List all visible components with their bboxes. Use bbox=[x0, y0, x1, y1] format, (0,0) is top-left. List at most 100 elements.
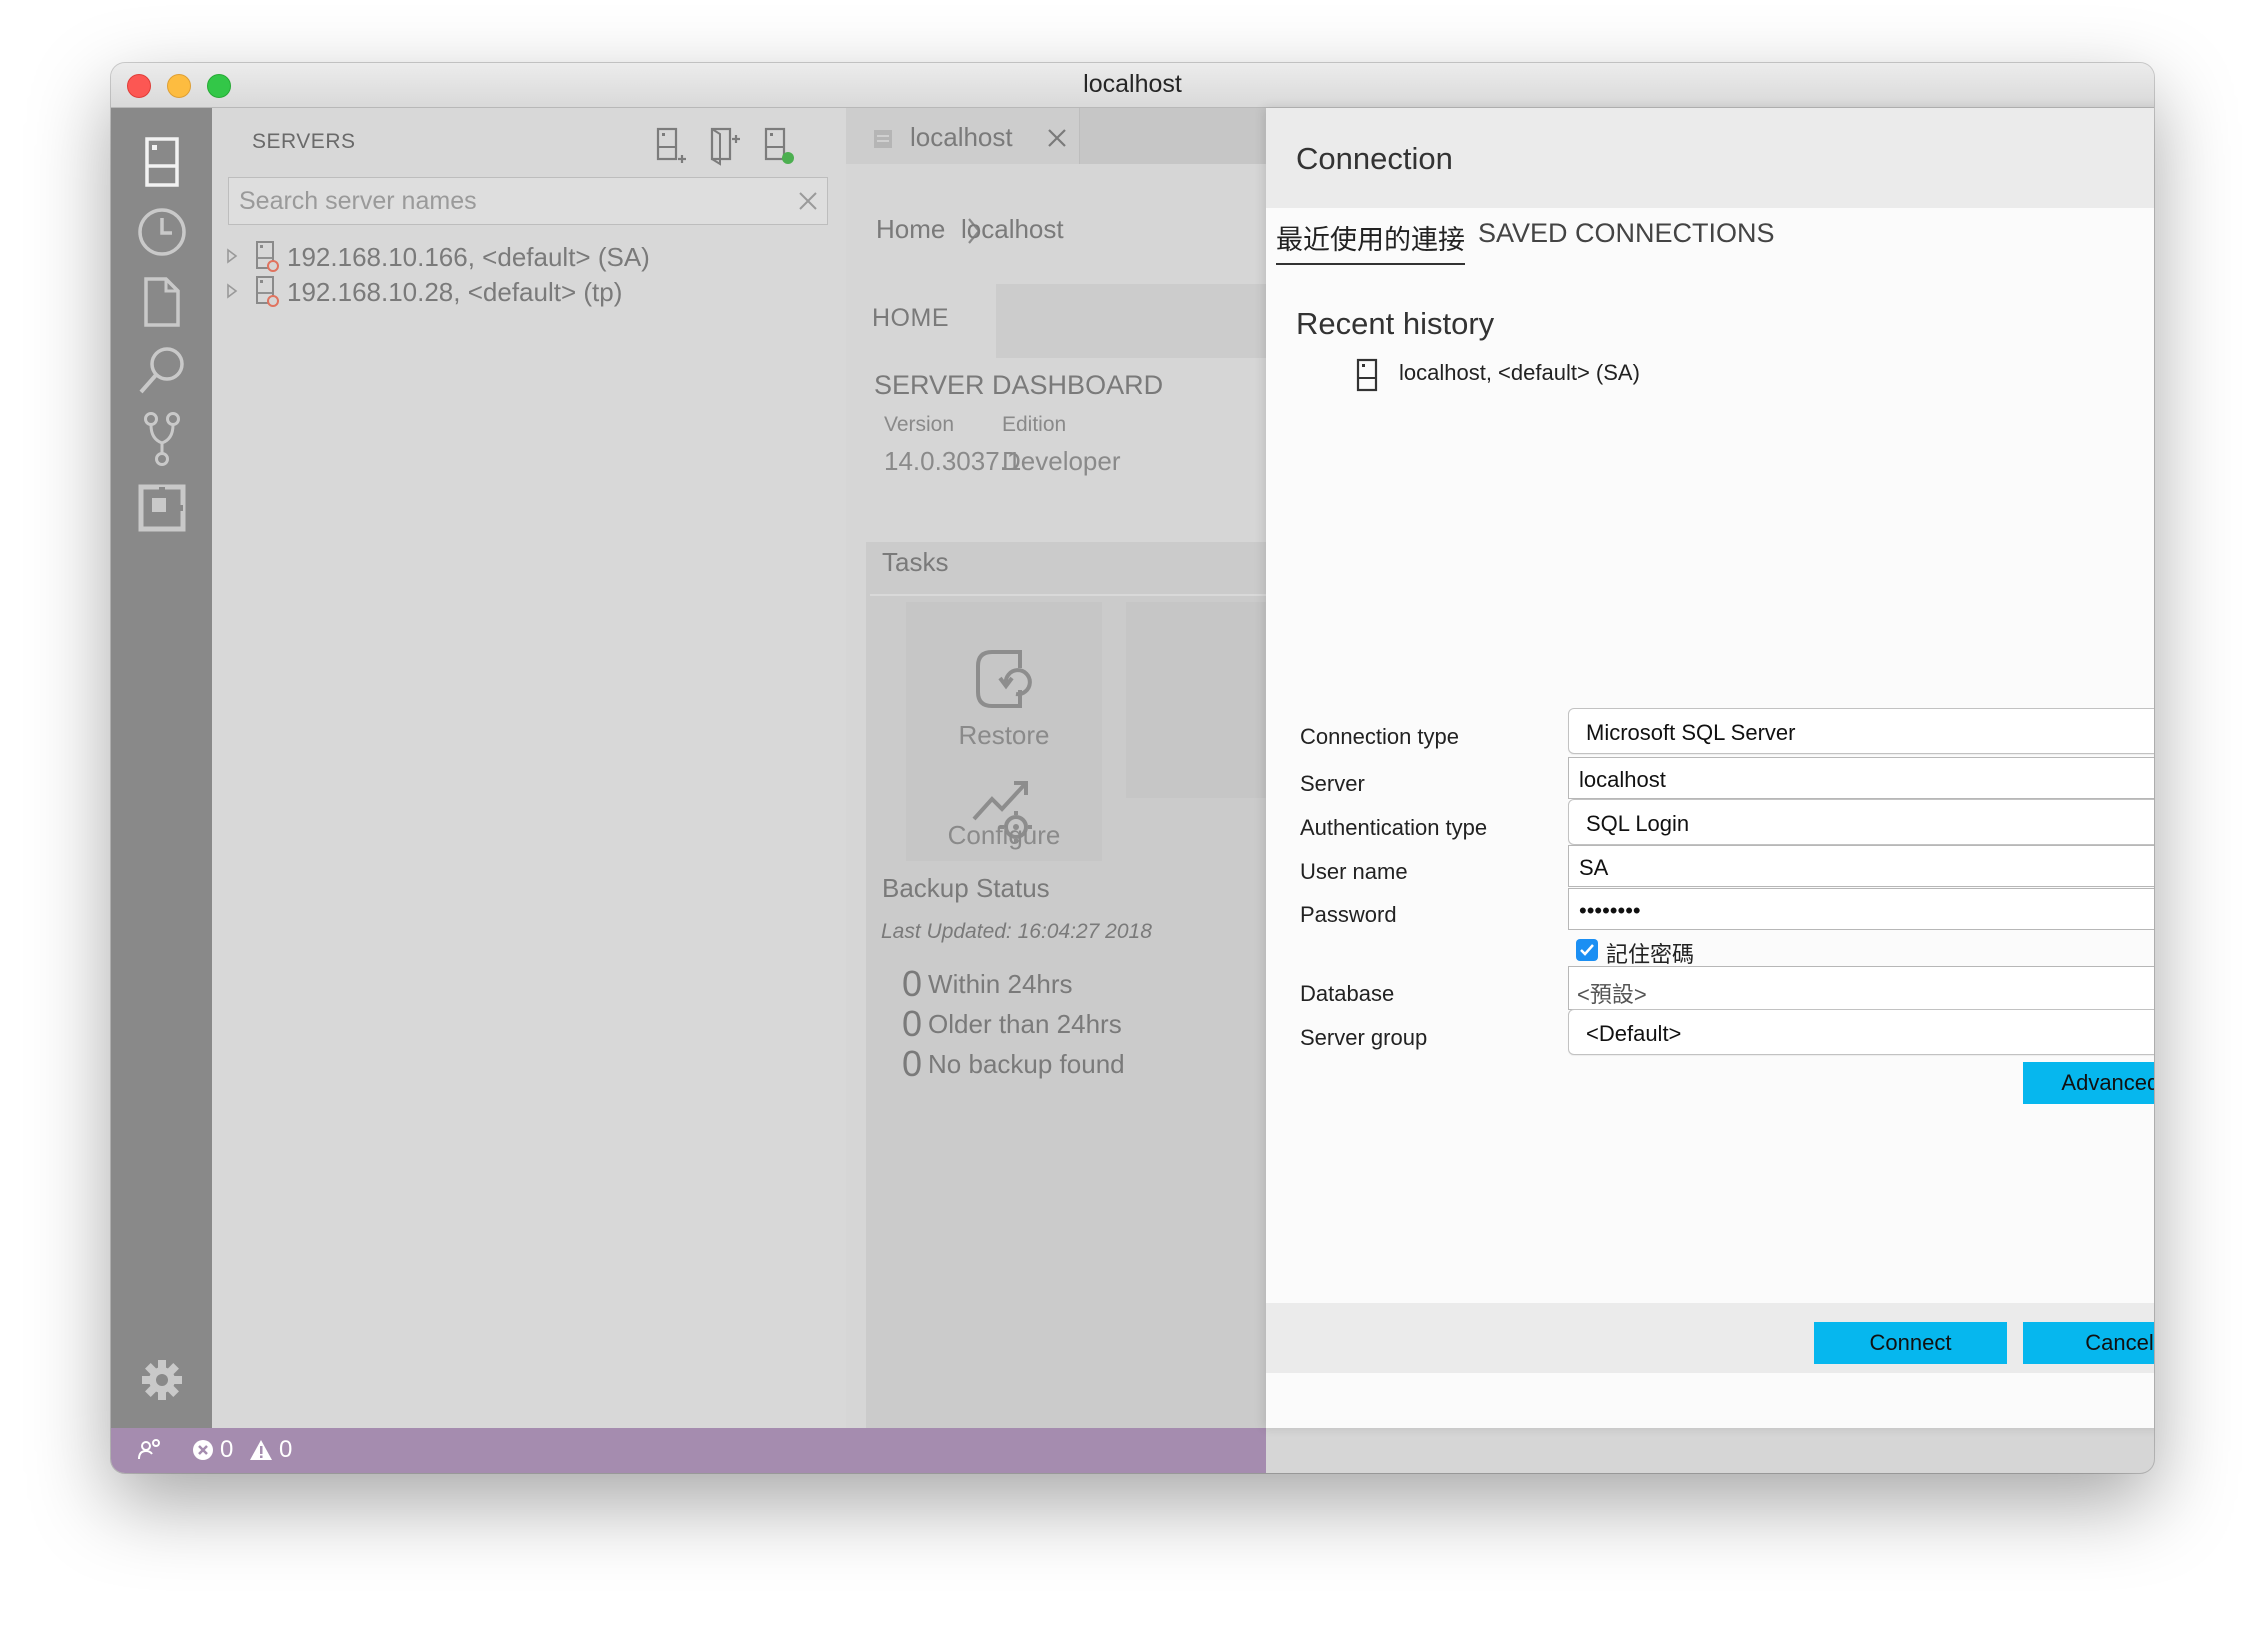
checkbox-checked-icon[interactable] bbox=[1576, 939, 1598, 961]
password-input[interactable] bbox=[1569, 889, 2154, 933]
authentication-type-label: Authentication type bbox=[1300, 815, 1488, 840]
server-search-input[interactable] bbox=[229, 178, 789, 224]
dashboard-file-icon bbox=[872, 128, 894, 150]
password-field bbox=[1568, 888, 2154, 933]
tab-recent-connections[interactable]: 最近使用的連接 bbox=[1276, 218, 1465, 265]
server-group-select[interactable]: <Default> bbox=[1568, 1009, 2154, 1055]
status-bar: 0 0 bbox=[111, 1428, 1266, 1473]
servers-icon[interactable] bbox=[136, 136, 188, 188]
warning-icon bbox=[250, 1440, 272, 1460]
server-label: 192.168.10.166, <default> (SA) bbox=[287, 242, 650, 272]
backup-status-panel: Backup Status Last Updated: 16:04:27 201… bbox=[866, 861, 1266, 1428]
sidebar-title: SERVERS bbox=[252, 130, 356, 153]
new-connection-icon[interactable] bbox=[654, 126, 690, 166]
extensions-icon[interactable] bbox=[136, 482, 188, 534]
title-bar: localhost bbox=[111, 63, 2154, 108]
server-group-value: <Default> bbox=[1586, 1021, 1682, 1046]
app-window: localhost SERVERS Search server names 19… bbox=[111, 63, 2154, 1473]
gear-icon[interactable] bbox=[136, 1354, 188, 1406]
error-icon bbox=[193, 1440, 213, 1460]
backup-text: Within 24hrs bbox=[928, 968, 1073, 999]
server-disconnected-icon bbox=[254, 275, 280, 307]
file-icon[interactable] bbox=[136, 276, 188, 328]
database-combobox[interactable]: <預設> bbox=[1568, 966, 2154, 1010]
tab-localhost[interactable]: localhost bbox=[846, 108, 1080, 164]
backup-count: 0 bbox=[902, 963, 923, 1004]
edition-label: Edition bbox=[1002, 413, 1067, 436]
connect-button[interactable]: Connect bbox=[1814, 1322, 2007, 1364]
close-tab-icon[interactable] bbox=[1046, 127, 1068, 149]
server-label: 192.168.10.28, <default> (tp) bbox=[287, 277, 623, 307]
version-value: 14.0.3037.1 bbox=[884, 446, 1022, 476]
advanced-button[interactable]: Advanced... bbox=[2023, 1062, 2154, 1104]
errors-status[interactable]: 0 bbox=[191, 1436, 233, 1464]
backup-row: 0 Within 24hrs bbox=[902, 963, 1073, 1005]
clear-search-icon[interactable] bbox=[797, 190, 819, 212]
warnings-status[interactable]: 0 bbox=[248, 1436, 292, 1464]
tab-home[interactable]: HOME bbox=[846, 284, 996, 358]
expand-arrow-icon[interactable] bbox=[226, 248, 238, 264]
new-server-group-icon[interactable] bbox=[708, 126, 744, 166]
source-control-icon[interactable] bbox=[136, 412, 188, 466]
backup-text: Older than 24hrs bbox=[928, 1008, 1122, 1039]
server-input[interactable] bbox=[1569, 758, 2154, 802]
connection-type-label: Connection type bbox=[1300, 724, 1459, 749]
user-name-label: User name bbox=[1300, 859, 1408, 884]
remember-password-label: 記住密碼 bbox=[1606, 942, 1695, 967]
tab-label: localhost bbox=[910, 122, 1013, 152]
feedback-icon[interactable] bbox=[137, 1437, 163, 1463]
tasks-title: Tasks bbox=[882, 547, 949, 577]
cancel-button[interactable]: Cancel bbox=[2023, 1322, 2154, 1364]
breadcrumb-current-label: localhost bbox=[961, 214, 1064, 244]
dashboard-body: Home localhost HOME SERVER DASHBOARD Ver… bbox=[846, 164, 1322, 1428]
server-icon bbox=[1354, 358, 1380, 392]
tab-saved-connections[interactable]: SAVED CONNECTIONS bbox=[1478, 218, 1775, 249]
version-label: Version bbox=[884, 413, 955, 436]
history-icon[interactable] bbox=[136, 206, 188, 258]
connection-type-select[interactable]: Microsoft SQL Server bbox=[1568, 708, 2154, 754]
dialog-title: Connection bbox=[1296, 141, 1453, 176]
dialog-header: Connection bbox=[1266, 108, 2154, 208]
recent-connection-label: localhost, <default> (SA) bbox=[1399, 360, 1640, 385]
server-search-box bbox=[228, 177, 828, 225]
dashboard-title: SERVER DASHBOARD bbox=[874, 370, 1164, 400]
server-disconnected-icon bbox=[254, 240, 280, 272]
editor-tab-bar: localhost bbox=[846, 108, 1266, 164]
database-label: Database bbox=[1300, 981, 1395, 1006]
server-tree-item[interactable]: 192.168.10.28, <default> (tp) bbox=[212, 271, 846, 311]
breadcrumb-home[interactable]: Home bbox=[876, 214, 945, 245]
user-name-field bbox=[1568, 845, 2154, 890]
active-connections-icon[interactable] bbox=[762, 126, 798, 166]
backup-row: 0 Older than 24hrs bbox=[902, 1003, 1122, 1045]
warning-count: 0 bbox=[279, 1436, 293, 1463]
backup-status-title: Backup Status bbox=[882, 873, 1050, 903]
backup-text: No backup found bbox=[928, 1048, 1125, 1079]
server-tree-item[interactable]: 192.168.10.166, <default> (SA) bbox=[212, 236, 846, 276]
expand-arrow-icon[interactable] bbox=[226, 283, 238, 299]
authentication-type-value: SQL Login bbox=[1586, 811, 1690, 836]
server-group-label: Server group bbox=[1300, 1025, 1428, 1050]
activity-bar bbox=[111, 108, 212, 1428]
search-icon[interactable] bbox=[136, 344, 188, 396]
error-count: 0 bbox=[220, 1436, 234, 1463]
server-field bbox=[1568, 757, 2154, 802]
database-value: <預設> bbox=[1577, 982, 1647, 1007]
authentication-type-select[interactable]: SQL Login bbox=[1568, 799, 2154, 845]
recent-history-title: Recent history bbox=[1296, 306, 1495, 341]
servers-sidebar: SERVERS 192.168.10.166, <default> (SA) bbox=[212, 108, 846, 1428]
user-name-input[interactable] bbox=[1569, 846, 2154, 890]
dialog-footer: Connect Cancel bbox=[1266, 1303, 2154, 1373]
home-tab-label: HOME bbox=[872, 304, 949, 332]
server-label: Server bbox=[1300, 771, 1365, 796]
window-title: localhost bbox=[1083, 70, 1182, 98]
edition-value: Developer bbox=[1002, 446, 1121, 476]
backup-count: 0 bbox=[902, 1003, 923, 1044]
password-label: Password bbox=[1300, 902, 1397, 927]
backup-count: 0 bbox=[902, 1043, 923, 1084]
configure-label: Configure bbox=[947, 820, 1061, 850]
editor-area: localhost Home localhost HOME SERVER DAS… bbox=[846, 108, 1322, 1428]
connection-dialog: Connection 最近使用的連接 SAVED CONNECTIONS Rec… bbox=[1266, 108, 2154, 1428]
backup-last-updated: Last Updated: 16:04:27 2018 bbox=[881, 920, 1152, 943]
backup-row: 0 No backup found bbox=[902, 1043, 1125, 1085]
connection-type-value: Microsoft SQL Server bbox=[1586, 720, 1796, 745]
